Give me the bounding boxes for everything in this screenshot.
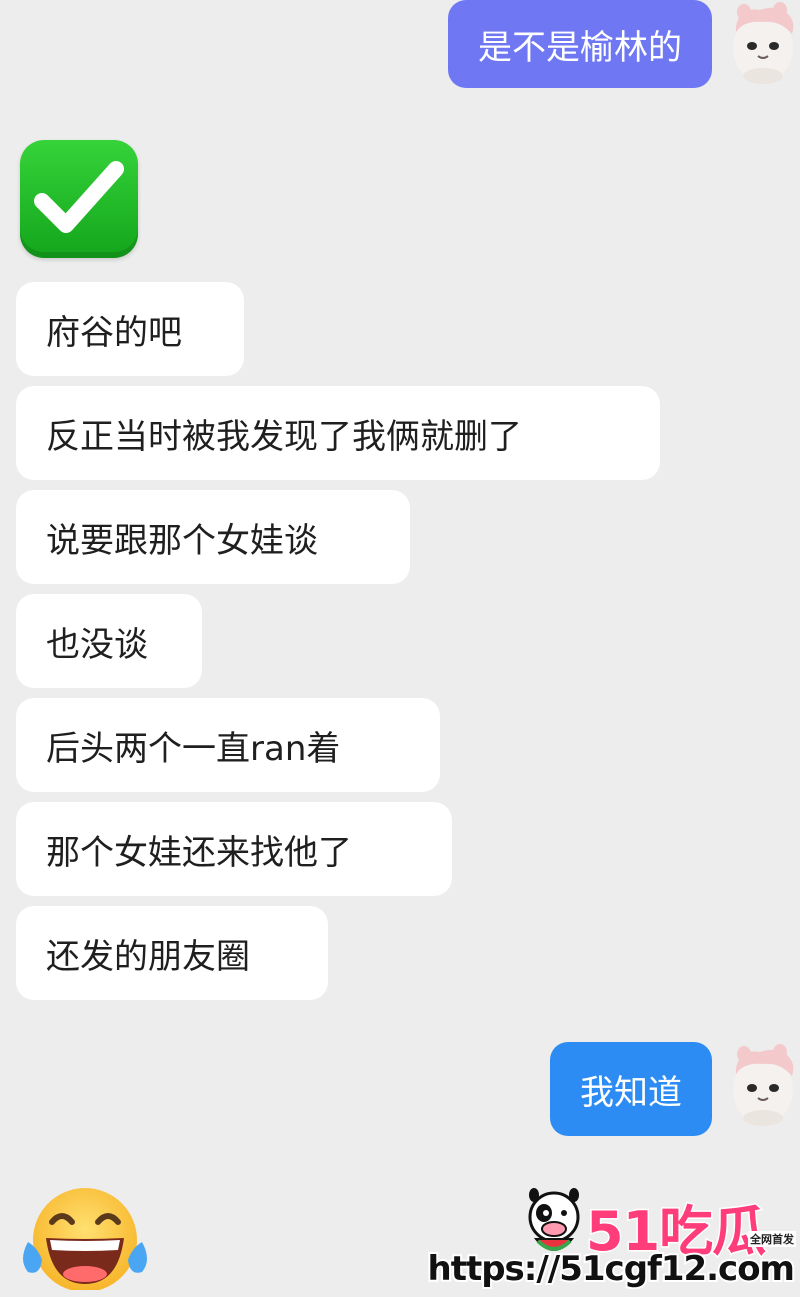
message-bubble-outgoing[interactable]: 是不是榆林的 xyxy=(448,0,712,88)
check-mark-emoji xyxy=(20,140,138,258)
message-bubble-incoming[interactable]: 反正当时被我发现了我俩就删了 xyxy=(16,386,660,480)
message-text: 还发的朋友圈 xyxy=(46,936,250,977)
avatar-self[interactable] xyxy=(730,2,796,86)
message-text: 那个女娃还来找他了 xyxy=(46,832,352,873)
message-bubble-incoming[interactable]: 那个女娃还来找他了 xyxy=(16,802,452,896)
message-bubble-incoming[interactable]: 后头两个一直ran着 xyxy=(16,698,440,792)
watermark-tag: 全网首发 xyxy=(748,1231,796,1247)
message-bubble-incoming[interactable]: 说要跟那个女娃谈 xyxy=(16,490,410,584)
message-bubble-incoming[interactable]: 还发的朋友圈 xyxy=(16,906,328,1000)
message-text: 反正当时被我发现了我俩就删了 xyxy=(46,416,522,457)
cat-avatar-icon xyxy=(733,1044,794,1126)
message-text: 说要跟那个女娃谈 xyxy=(46,520,318,561)
check-mark-icon xyxy=(34,161,124,233)
chat-screen: 是不是榆林的 府谷的吧 反正当时被我发现了我俩就删了 说要跟那个女娃谈 也没谈 … xyxy=(0,0,800,1297)
laughing-tears-emoji xyxy=(18,1180,152,1292)
message-bubble-incoming[interactable]: 也没谈 xyxy=(16,594,202,688)
watermark-url: https://51cgf12.com xyxy=(426,1247,797,1291)
avatar-self[interactable] xyxy=(730,1044,796,1128)
message-text: 也没谈 xyxy=(46,624,148,665)
message-text: 我知道 xyxy=(580,1072,682,1113)
laughing-tears-icon xyxy=(23,1188,147,1292)
cat-avatar-icon xyxy=(733,2,794,84)
message-text: 后头两个一直ran着 xyxy=(46,728,341,769)
message-text: 府谷的吧 xyxy=(46,312,182,353)
message-bubble-incoming[interactable]: 府谷的吧 xyxy=(16,282,244,376)
message-bubble-outgoing[interactable]: 我知道 xyxy=(550,1042,712,1136)
watermark: 51吃瓜 全网首发 https://51cgf12.com xyxy=(426,1179,800,1297)
message-text: 是不是榆林的 xyxy=(478,27,682,68)
